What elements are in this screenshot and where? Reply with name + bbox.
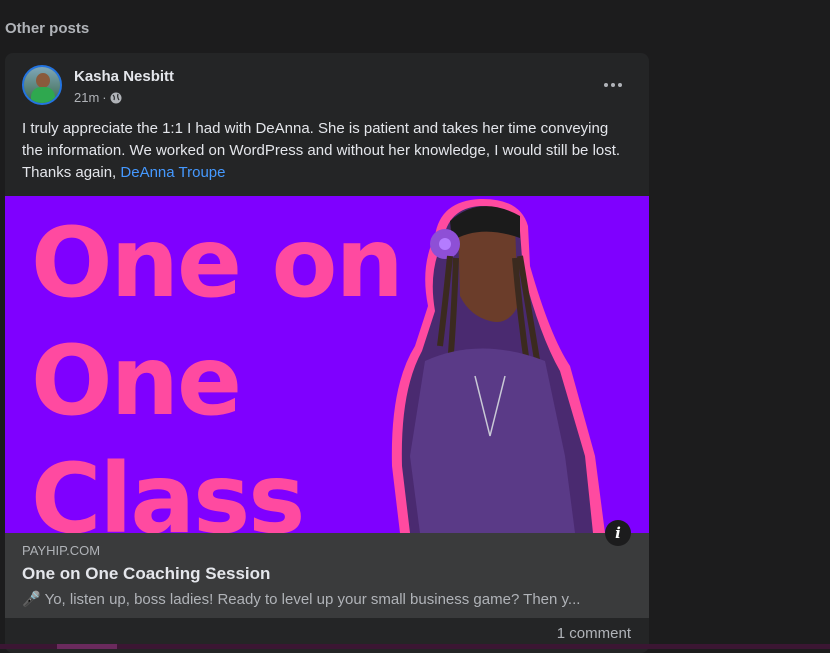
post-time[interactable]: 21m xyxy=(74,90,99,105)
comments-count[interactable]: 1 comment xyxy=(557,625,631,642)
person-photo xyxy=(391,198,605,533)
mention-link[interactable]: DeAnna Troupe xyxy=(120,164,225,181)
link-title: One on One Coaching Session xyxy=(22,564,271,583)
link-domain: PAYHIP.COM xyxy=(22,543,101,558)
post-image[interactable]: One on One Class xyxy=(5,196,649,533)
meta-separator: · xyxy=(102,90,107,105)
section-title: Other posts xyxy=(5,20,90,37)
post-card: Kasha Nesbitt 21m · I truly appreciate t… xyxy=(5,53,649,653)
post-meta: 21m · xyxy=(74,90,122,105)
hero-line-1: One on xyxy=(31,207,404,319)
post-text: I truly appreciate the 1:1 I had with De… xyxy=(22,118,622,184)
globe-icon[interactable] xyxy=(110,92,122,104)
bottom-bar xyxy=(0,644,830,649)
link-description: 🎤 Yo, listen up, boss ladies! Ready to l… xyxy=(22,591,581,608)
author-name[interactable]: Kasha Nesbitt xyxy=(74,68,174,85)
info-icon[interactable]: i xyxy=(605,520,631,546)
hero-text: One on One Class xyxy=(31,204,404,533)
link-preview[interactable]: PAYHIP.COM One on One Coaching Session 🎤… xyxy=(5,533,649,618)
more-options-icon[interactable] xyxy=(599,71,627,99)
hero-line-3: Class xyxy=(31,443,305,533)
author-avatar[interactable] xyxy=(22,65,62,105)
hero-line-2: One xyxy=(31,325,242,437)
post-body: I truly appreciate the 1:1 I had with De… xyxy=(22,120,621,181)
